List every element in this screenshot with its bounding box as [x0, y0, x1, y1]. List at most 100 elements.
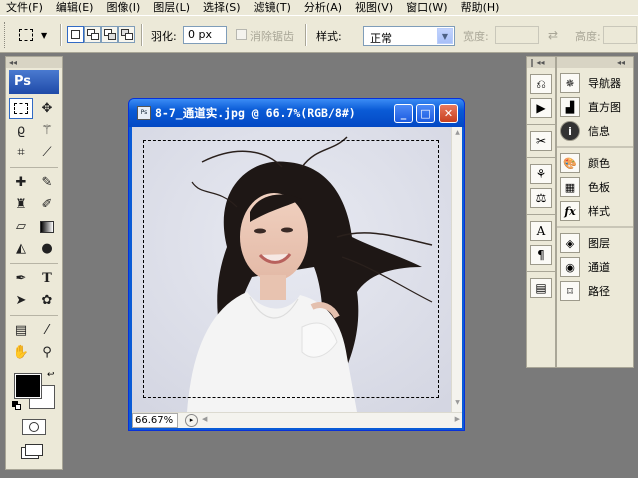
channels-icon: ◉ — [560, 257, 580, 277]
selection-marquee[interactable] — [143, 140, 439, 398]
scroll-down-icon[interactable]: ▼ — [453, 399, 462, 409]
toolbox-header[interactable]: ◂◂ — [6, 57, 62, 68]
history-brush-icon[interactable]: ✐ — [35, 194, 59, 215]
navigator-icon: ✵ — [560, 73, 580, 93]
style-select[interactable]: 正常 ▼ — [363, 26, 455, 46]
lasso-tool-icon[interactable]: ϱ — [9, 120, 33, 141]
default-colors-icon[interactable] — [12, 401, 21, 410]
divider — [141, 24, 143, 46]
panel-layers[interactable]: ◈ 图层 — [557, 231, 633, 255]
menu-file[interactable]: 文件(F) — [6, 0, 43, 15]
crop-tool-icon[interactable]: ⌗ — [9, 142, 33, 163]
magic-wand-icon[interactable]: ⚚ — [35, 120, 59, 141]
clone-source-icon[interactable]: ⚖ — [530, 188, 552, 208]
horizontal-scrollbar[interactable]: ◀ ▶ — [202, 414, 460, 427]
zoom-field[interactable]: 66.67% — [132, 413, 178, 428]
panel-channels[interactable]: ◉ 通道 — [557, 255, 633, 279]
panel-label: 色板 — [588, 181, 610, 194]
panel-swatches[interactable]: ▦ 色板 — [557, 175, 633, 199]
history-panel-icon[interactable]: ⎌ — [530, 74, 552, 94]
rect-marquee-tool-icon[interactable] — [9, 98, 33, 119]
chevron-down-icon[interactable]: ▼ — [437, 28, 453, 44]
panel-styles[interactable]: fx 样式 — [557, 199, 633, 223]
close-button[interactable]: ✕ — [439, 104, 458, 123]
menu-analysis[interactable]: 分析(A) — [304, 0, 342, 15]
layer-comps-icon[interactable]: ▤ — [530, 278, 552, 298]
width-input[interactable] — [495, 26, 539, 44]
panel-histogram[interactable]: ▟ 直方图 — [557, 95, 633, 119]
panel-color[interactable]: 🎨 颜色 — [557, 151, 633, 175]
height-label: 高度: — [575, 30, 601, 43]
brush-tool-icon[interactable]: ✎ — [35, 172, 59, 193]
mask-circle-icon — [29, 422, 39, 432]
options-bar-grip[interactable] — [4, 22, 7, 48]
eyedropper-tool-icon[interactable]: ⁄ — [35, 320, 59, 341]
clone-stamp-icon[interactable]: ♜ — [9, 194, 33, 215]
panel-paths[interactable]: ⌑ 路径 — [557, 279, 633, 303]
tool-presets-icon[interactable]: ✂ — [530, 131, 552, 151]
healing-brush-icon[interactable]: ✚ — [9, 172, 33, 193]
tool-preset-picker[interactable]: ▼ — [14, 24, 56, 46]
add-to-selection-button[interactable] — [84, 26, 101, 43]
color-palette-icon: 🎨 — [560, 153, 580, 173]
strip-header[interactable]: ‖ ◂◂ — [527, 57, 555, 68]
status-menu-icon[interactable]: ▸ — [185, 414, 198, 427]
path-select-icon[interactable]: ➤ — [9, 290, 33, 311]
scroll-right-icon[interactable]: ▶ — [455, 415, 460, 423]
maximize-button[interactable]: □ — [416, 104, 435, 123]
height-input[interactable] — [603, 26, 637, 44]
fx-icon: fx — [560, 201, 580, 221]
menu-filter[interactable]: 滤镜(T) — [254, 0, 291, 15]
scroll-left-icon[interactable]: ◀ — [202, 415, 207, 423]
panel-label: 导航器 — [588, 77, 621, 90]
brushes-panel-icon[interactable]: ⚘ — [530, 164, 552, 184]
menu-window[interactable]: 窗口(W) — [406, 0, 447, 15]
layers-stack-icon: ◈ — [560, 233, 580, 253]
dodge-tool-icon[interactable]: ● — [35, 238, 59, 259]
divider — [305, 24, 307, 46]
menu-help[interactable]: 帮助(H) — [461, 0, 500, 15]
panel-navigator[interactable]: ✵ 导航器 — [557, 71, 633, 95]
feather-input[interactable]: 0 px — [183, 26, 227, 44]
blur-tool-icon[interactable]: ◭ — [9, 238, 33, 259]
screen-mode-icon[interactable] — [22, 439, 46, 460]
panel-label: 直方图 — [588, 101, 621, 114]
slice-tool-icon[interactable]: ⟋ — [35, 142, 59, 163]
notes-tool-icon[interactable]: ▤ — [9, 320, 33, 341]
panel-dock: ◂◂ ✵ 导航器 ▟ 直方图 i 信息 🎨 颜色 ▦ 色板 fx 样式 ◈ 图层… — [556, 56, 634, 368]
subtract-from-selection-button[interactable] — [101, 26, 118, 43]
menu-layer[interactable]: 图层(L) — [153, 0, 190, 15]
custom-shape-icon[interactable]: ✿ — [35, 290, 59, 311]
vertical-scrollbar[interactable]: ▲ ▼ — [451, 127, 462, 412]
move-tool-icon[interactable]: ✥ — [35, 98, 59, 119]
style-label: 样式: — [316, 30, 342, 43]
new-selection-button[interactable] — [67, 26, 84, 43]
character-panel-icon[interactable]: A — [530, 221, 552, 241]
canvas[interactable] — [132, 127, 451, 412]
gradient-tool-icon[interactable] — [35, 216, 59, 237]
pen-tool-icon[interactable]: ✒ — [9, 268, 33, 289]
dock-header[interactable]: ◂◂ — [557, 57, 633, 68]
scroll-up-icon[interactable]: ▲ — [453, 129, 462, 139]
antialias-checkbox[interactable] — [236, 29, 247, 40]
ps-logo[interactable]: Ps — [9, 70, 59, 94]
style-select-value: 正常 — [370, 32, 392, 45]
document-title-bar[interactable]: Ps 8-7_通道实.jpg @ 66.7%(RGB/8#) _ □ ✕ — [129, 99, 464, 127]
type-tool-icon[interactable]: T — [35, 268, 59, 289]
hand-tool-icon[interactable]: ✋ — [9, 342, 33, 363]
panel-info[interactable]: i 信息 — [557, 119, 633, 143]
menu-image[interactable]: 图像(I) — [106, 0, 140, 15]
eraser-tool-icon[interactable]: ▱ — [9, 216, 33, 237]
menu-select[interactable]: 选择(S) — [203, 0, 241, 15]
actions-panel-icon[interactable]: ▶ — [530, 98, 552, 118]
foreground-color[interactable] — [14, 373, 42, 399]
paragraph-panel-icon[interactable]: ¶ — [530, 245, 552, 265]
swap-colors-icon[interactable]: ↩ — [47, 370, 55, 380]
menu-view[interactable]: 视图(V) — [355, 0, 393, 15]
menu-edit[interactable]: 编辑(E) — [56, 0, 94, 15]
quick-mask-button[interactable] — [22, 419, 46, 435]
swap-dimensions-icon[interactable]: ⇄ — [548, 28, 558, 42]
zoom-tool-icon[interactable]: ⚲ — [35, 342, 59, 363]
intersect-selection-button[interactable] — [118, 26, 135, 43]
minimize-button[interactable]: _ — [394, 104, 413, 123]
